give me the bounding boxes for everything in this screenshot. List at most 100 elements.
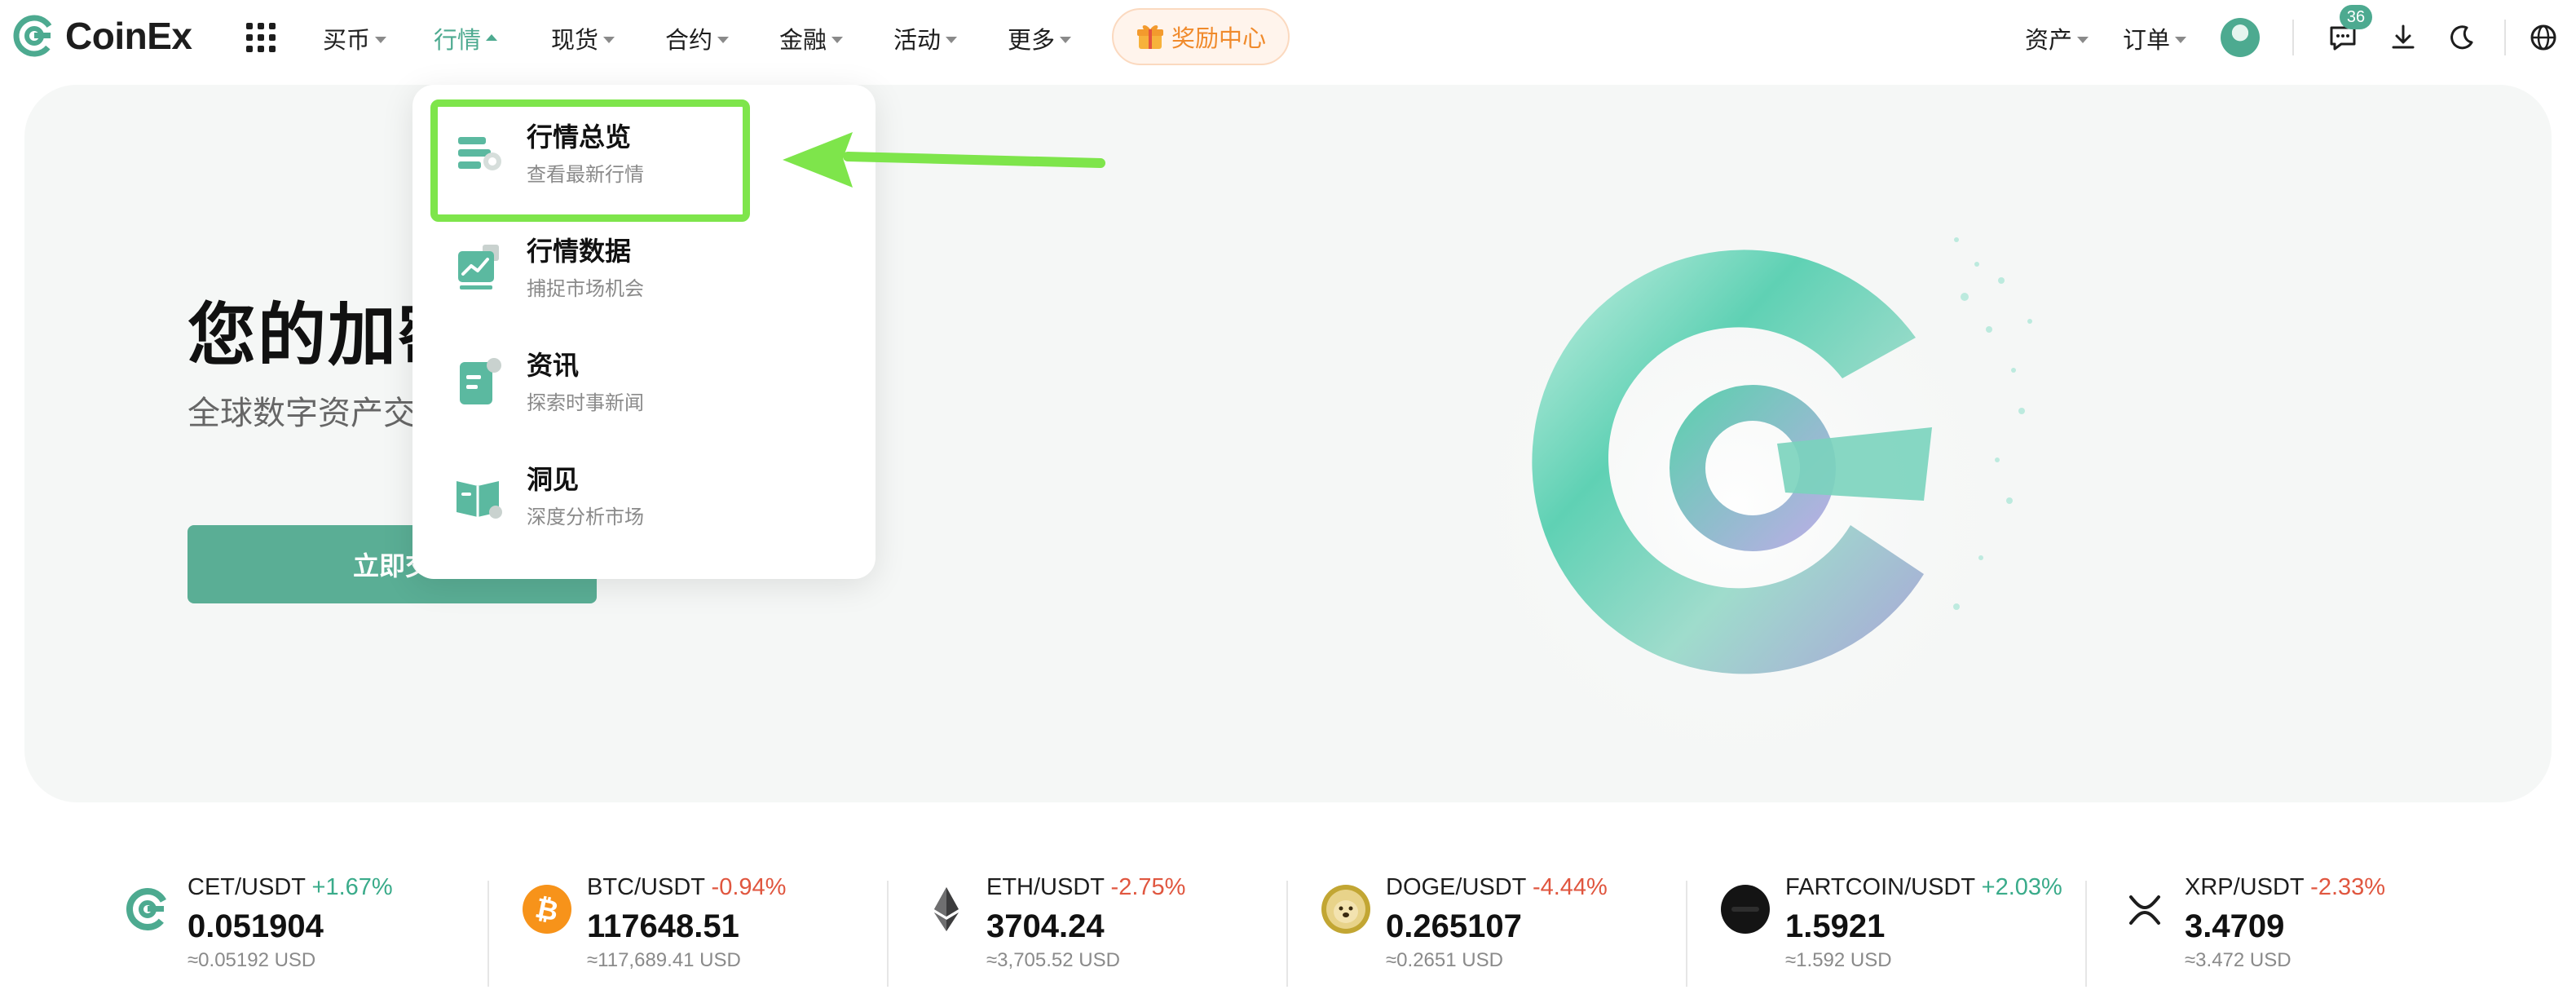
ticker-pair-row: FARTCOIN/USDT +2.03% bbox=[1785, 874, 2062, 901]
ticker-change: -4.44% bbox=[1532, 874, 1608, 900]
ticker-change: -2.33% bbox=[2310, 874, 2386, 900]
divider bbox=[2292, 20, 2294, 55]
ticker-usd-value: ≈3.472 USD bbox=[2185, 949, 2291, 971]
ticker-price: 117648.51 bbox=[587, 908, 739, 944]
nav-more[interactable]: 更多 bbox=[1008, 21, 1072, 55]
nav-spot[interactable]: 现货 bbox=[551, 21, 615, 55]
ticker-item-eth[interactable]: ETH/USDT -2.75% 3704.24 ≈3,705.52 USD bbox=[921, 873, 1312, 979]
ticker-usd-value: ≈3,705.52 USD bbox=[986, 949, 1120, 971]
chevron-down-icon bbox=[946, 37, 958, 43]
nav-label: 现货 bbox=[551, 28, 599, 54]
ticker-item-fartcoin[interactable]: FARTCOIN/USDT +2.03% 1.5921 ≈1.592 USD bbox=[1720, 873, 2111, 979]
nav-futures[interactable]: 合约 bbox=[665, 21, 730, 55]
nav-finance[interactable]: 金融 bbox=[779, 21, 844, 55]
ticker-pair-row: BTC/USDT -0.94% bbox=[587, 874, 786, 901]
nav-label: 活动 bbox=[893, 28, 942, 54]
ticker-pair: BTC/USDT bbox=[587, 874, 705, 900]
ticker-item-cet[interactable]: CET/USDT +1.67% 0.051904 ≈0.05192 USD bbox=[122, 873, 514, 979]
ticker-bar: CET/USDT +1.67% 0.051904 ≈0.05192 USD ₿ … bbox=[0, 873, 2576, 1003]
chevron-down-icon bbox=[603, 37, 615, 43]
ticker-usd-value: ≈0.2651 USD bbox=[1386, 949, 1503, 971]
download-icon[interactable] bbox=[2387, 21, 2419, 54]
menu-item-desc: 深度分析市场 bbox=[527, 506, 644, 528]
ticker-item-doge[interactable]: DOGE/USDT -4.44% 0.265107 ≈0.2651 USD bbox=[1321, 873, 1712, 979]
menu-item-news[interactable]: 资讯 探索时事新闻 bbox=[452, 338, 843, 427]
ticker-price: 3704.24 bbox=[986, 908, 1105, 944]
divider bbox=[2504, 20, 2506, 55]
hero-subtitle: 全球数字资产交 bbox=[187, 395, 416, 431]
ticker-pair: XRP/USDT bbox=[2185, 874, 2305, 900]
ticker-pair: ETH/USDT bbox=[986, 874, 1105, 900]
ticker-change: +1.67% bbox=[311, 874, 393, 900]
nav-label: 合约 bbox=[665, 28, 713, 54]
menu-item-insights[interactable]: 洞见 深度分析市场 bbox=[452, 452, 843, 541]
doge-coin-icon bbox=[1321, 885, 1370, 934]
chevron-down-icon bbox=[717, 37, 730, 43]
ticker-price: 1.5921 bbox=[1785, 908, 1886, 944]
ticker-price: 0.265107 bbox=[1386, 908, 1522, 944]
ticker-pair-row: XRP/USDT -2.33% bbox=[2185, 874, 2385, 901]
nav-markets[interactable]: 行情 bbox=[434, 21, 498, 55]
eth-coin-icon bbox=[934, 887, 959, 931]
ticker-change: -0.94% bbox=[711, 874, 787, 900]
chevron-down-icon bbox=[375, 37, 387, 43]
apps-grid-icon[interactable] bbox=[246, 23, 276, 52]
menu-item-title: 洞见 bbox=[527, 465, 580, 495]
nav-activities[interactable]: 活动 bbox=[893, 21, 958, 55]
ticker-change: +2.03% bbox=[1981, 874, 2062, 900]
hero-banner: 您的加密 全球数字资产交 立即交 bbox=[24, 85, 2552, 802]
avatar[interactable] bbox=[2221, 18, 2260, 57]
divider bbox=[1286, 881, 1288, 987]
ticker-price: 0.051904 bbox=[187, 908, 324, 944]
nav-label: 更多 bbox=[1008, 28, 1056, 54]
nav-buy-crypto[interactable]: 买币 bbox=[323, 21, 387, 55]
globe-icon[interactable] bbox=[2527, 21, 2560, 54]
gift-icon bbox=[1136, 25, 1163, 49]
annotation-arrow-icon bbox=[783, 132, 1105, 188]
nav-orders[interactable]: 订单 bbox=[2123, 21, 2187, 55]
ticker-pair-row: DOGE/USDT -4.44% bbox=[1386, 874, 1608, 901]
nav-assets[interactable]: 资产 bbox=[2025, 21, 2089, 55]
ticker-item-xrp[interactable]: XRP/USDT -2.33% 3.4709 ≈3.472 USD bbox=[2119, 873, 2511, 979]
nav-label: 订单 bbox=[2123, 28, 2171, 54]
nav-label: 买币 bbox=[323, 28, 371, 54]
message-count-badge: 36 bbox=[2340, 5, 2372, 29]
ticker-item-btc[interactable]: ₿ BTC/USDT -0.94% 117648.51 ≈117,689.41 … bbox=[522, 873, 913, 979]
menu-item-desc: 探索时事新闻 bbox=[527, 391, 644, 414]
dark-mode-icon[interactable] bbox=[2446, 21, 2478, 54]
cet-coin-icon bbox=[126, 888, 169, 930]
nav-label: 金融 bbox=[779, 28, 827, 54]
ticker-price: 3.4709 bbox=[2185, 908, 2285, 944]
nav-label: 资产 bbox=[2025, 28, 2073, 54]
btc-coin-icon: ₿ bbox=[523, 885, 571, 934]
divider bbox=[487, 881, 489, 987]
market-data-icon bbox=[458, 245, 499, 289]
divider bbox=[1686, 881, 1687, 987]
logo[interactable]: CoinEx bbox=[11, 13, 192, 59]
coinex-logo-icon bbox=[13, 15, 55, 57]
divider bbox=[887, 881, 889, 987]
chevron-up-icon bbox=[486, 34, 498, 41]
top-nav: CoinEx 买币 行情 现货 合约 金融 活动 更多 奖励中心 资产 订单 3… bbox=[0, 0, 2576, 75]
ticker-pair: DOGE/USDT bbox=[1386, 874, 1526, 900]
menu-item-desc: 捕捉市场机会 bbox=[527, 277, 644, 300]
ticker-pair: CET/USDT bbox=[187, 874, 306, 900]
ticker-pair-row: ETH/USDT -2.75% bbox=[986, 874, 1185, 901]
insights-icon bbox=[457, 481, 502, 519]
news-icon bbox=[460, 358, 501, 404]
brand-name: CoinEx bbox=[65, 15, 192, 57]
menu-item-title: 行情数据 bbox=[527, 236, 632, 267]
chevron-down-icon bbox=[2175, 37, 2187, 43]
menu-item-market-data[interactable]: 行情数据 捕捉市场机会 bbox=[452, 223, 843, 313]
coinex-3d-logo-illustration bbox=[1443, 183, 2032, 770]
highlight-annotation-box bbox=[430, 99, 750, 222]
ticker-pair-row: CET/USDT +1.67% bbox=[187, 874, 393, 901]
menu-item-title: 资讯 bbox=[527, 351, 580, 381]
ticker-pair: FARTCOIN/USDT bbox=[1785, 874, 1975, 900]
reward-center-button[interactable]: 奖励中心 bbox=[1112, 8, 1290, 65]
ticker-usd-value: ≈0.05192 USD bbox=[187, 949, 316, 971]
reward-center-label: 奖励中心 bbox=[1171, 26, 1266, 52]
xrp-coin-icon bbox=[2129, 895, 2160, 925]
fartcoin-coin-icon bbox=[1721, 885, 1770, 934]
divider bbox=[2085, 881, 2087, 987]
